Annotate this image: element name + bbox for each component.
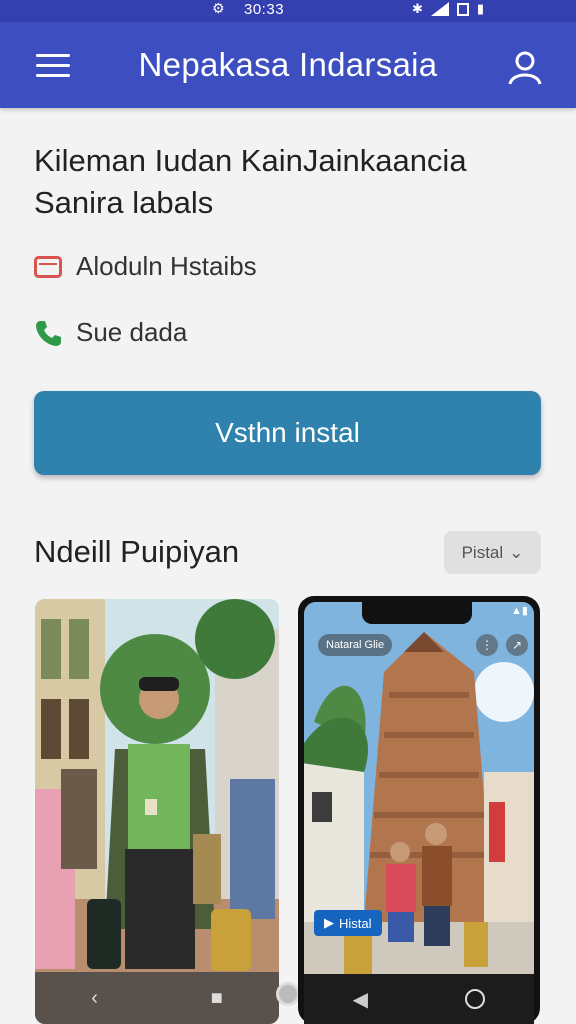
phone-status-icons: ▲▮ xyxy=(511,605,528,617)
settings-gear-icon: ⚙ xyxy=(212,0,225,16)
phone-screen: ▲▮ Nataral Glie ⋮ ↗ ▶ Histal ◀ xyxy=(304,602,534,1024)
home-circle-icon[interactable] xyxy=(465,989,486,1009)
section-title: Ndeill Puipiyan xyxy=(34,534,240,569)
phone-notch xyxy=(362,602,472,624)
envelope-icon xyxy=(34,253,62,281)
preview-title-pill[interactable]: Nataral Glie xyxy=(318,634,393,656)
account-icon[interactable] xyxy=(506,48,544,86)
preview-install-chip[interactable]: ▶ Histal xyxy=(314,910,382,936)
filter-dropdown[interactable]: Pistal ⌄ xyxy=(444,531,541,574)
more-icon[interactable]: ⋮ xyxy=(476,634,498,656)
back-icon[interactable]: ‹ xyxy=(91,987,98,1010)
app-bar: Nepakasa Indarsaia xyxy=(0,22,576,108)
info-row-mail[interactable]: Aloduln Hstaibs xyxy=(34,251,257,282)
bluetooth-icon: ✱ xyxy=(412,1,423,16)
status-bar: ⚙ 30:33 ✱ ▮ xyxy=(0,0,576,22)
system-icons: ✱ ▮ xyxy=(412,1,484,17)
back-triangle-icon[interactable]: ◀ xyxy=(353,987,368,1012)
info-row-phone[interactable]: Sue dada xyxy=(34,317,187,348)
filter-label: Pistal xyxy=(461,542,504,562)
home-button-icon[interactable] xyxy=(276,982,300,1006)
wifi-icon: ▮ xyxy=(476,1,485,16)
phone-icon xyxy=(34,319,62,347)
status-time: 30:33 xyxy=(244,1,285,18)
left-nav-bar: ‹ ■ xyxy=(35,972,279,1024)
info-row-mail-label: Aloduln Hstaibs xyxy=(76,251,257,281)
share-icon[interactable]: ↗ xyxy=(506,634,528,656)
right-nav-bar: ◀ xyxy=(304,974,534,1024)
temple-scene-image xyxy=(304,602,534,1024)
app-title: Nepakasa Indarsaia xyxy=(138,46,438,83)
preview-actions: ⋮ ↗ xyxy=(476,634,528,656)
square-icon[interactable]: ■ xyxy=(211,987,223,1010)
signal-icon xyxy=(430,2,449,16)
headline: Kileman Iudan KainJainkaancia Sanira lab… xyxy=(34,140,554,224)
headline-line-2: Sanira labals xyxy=(34,185,214,220)
preview-install-label: Histal xyxy=(339,915,372,931)
chevron-down-icon: ⌄ xyxy=(509,542,524,562)
preview-card-right[interactable]: ▲▮ Nataral Glie ⋮ ↗ ▶ Histal ◀ xyxy=(298,596,540,1024)
info-row-phone-label: Sue dada xyxy=(76,317,188,347)
play-icon: ▶ xyxy=(324,915,334,930)
street-scene-image xyxy=(35,599,279,1024)
headline-line-1: Kileman Iudan KainJainkaancia xyxy=(34,143,467,178)
battery-icon xyxy=(456,2,469,16)
install-button[interactable]: Vsthn instal xyxy=(34,391,541,475)
preview-card-left[interactable]: ‹ ■ xyxy=(35,599,279,1024)
